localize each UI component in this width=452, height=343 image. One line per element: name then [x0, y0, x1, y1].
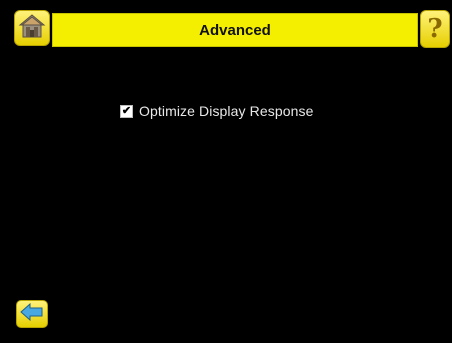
- help-icon: ?: [427, 14, 443, 44]
- back-button[interactable]: [16, 300, 48, 328]
- advanced-screen: Advanced ? ✔ Optimize Display Response: [0, 0, 452, 343]
- checkmark-icon: ✔: [121, 104, 132, 117]
- home-button[interactable]: [14, 10, 50, 46]
- optimize-display-checkbox[interactable]: ✔: [120, 104, 133, 118]
- page-title: Advanced: [199, 21, 271, 39]
- title-bar: Advanced: [52, 13, 418, 47]
- option-label: Optimize Display Response: [139, 103, 314, 119]
- home-icon: [18, 12, 46, 45]
- help-button[interactable]: ?: [420, 10, 450, 48]
- back-arrow-icon: [20, 302, 44, 326]
- option-optimize-display-response[interactable]: ✔ Optimize Display Response: [120, 103, 313, 119]
